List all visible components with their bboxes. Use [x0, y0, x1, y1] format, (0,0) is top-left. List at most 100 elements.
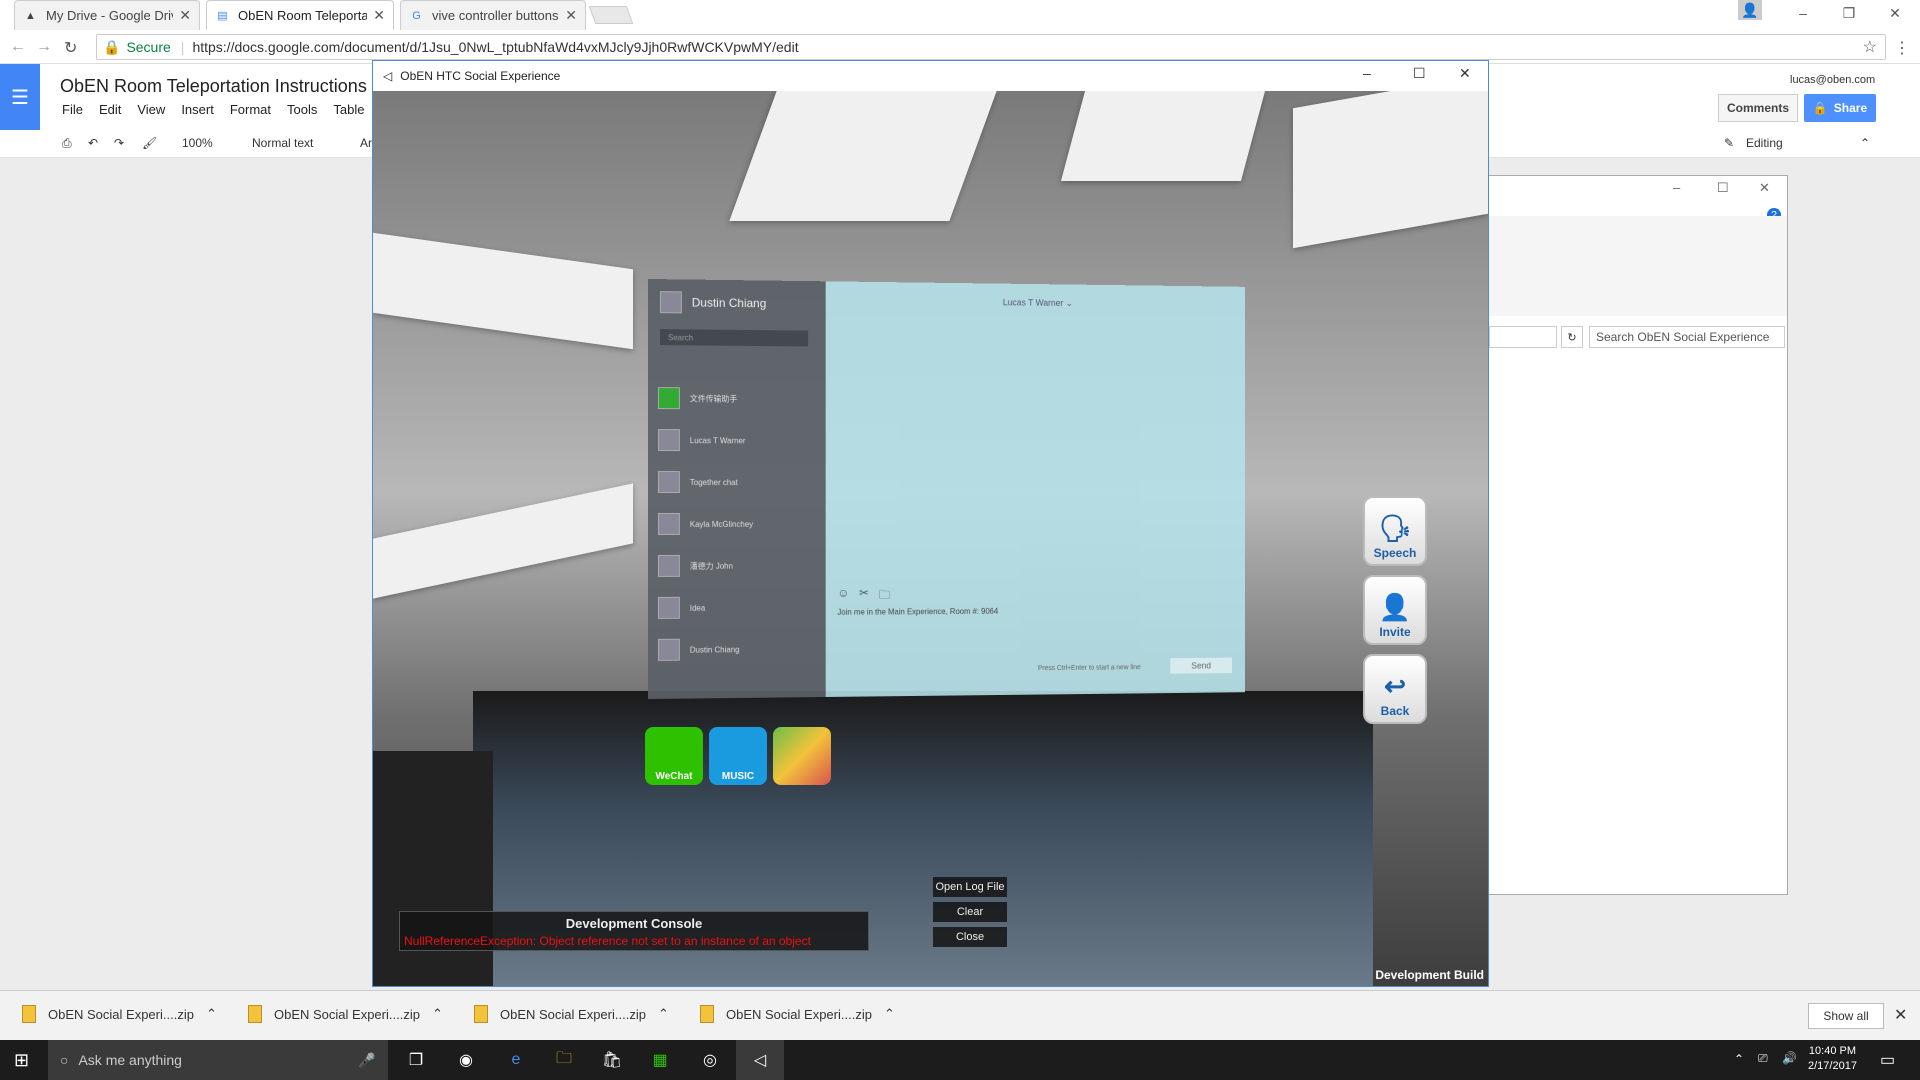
menu-dots-icon[interactable]: ⋮ [1894, 38, 1910, 58]
back-button[interactable]: ↩ Back [1363, 654, 1427, 724]
wechat-app-icon[interactable]: WeChat [645, 727, 703, 785]
user-email[interactable]: lucas@oben.com [1790, 74, 1875, 86]
scissors-icon[interactable]: ✂ [859, 586, 869, 607]
list-item[interactable]: Idea [658, 597, 705, 619]
excel-icon[interactable]: ▦ [636, 1040, 684, 1080]
minimize-icon[interactable]: – [1363, 65, 1371, 81]
document-title[interactable]: ObEN Room Teleportation Instructions [60, 76, 367, 97]
chevron-up-icon[interactable]: ⌃ [206, 1006, 217, 1022]
clear-button[interactable]: Clear [933, 902, 1007, 922]
chevron-up-icon[interactable]: ⌃ [432, 1006, 443, 1022]
steamvr-icon[interactable]: ◎ [686, 1040, 734, 1080]
conversation-header[interactable]: Lucas T Warner ⌄ [826, 295, 1245, 311]
minimize-icon[interactable]: – [1673, 180, 1680, 195]
menu-tools[interactable]: Tools [287, 102, 317, 117]
list-item[interactable]: Together chat [658, 471, 738, 493]
tab-oben-room[interactable]: ▤ ObEN Room Teleportatic ✕ [206, 0, 394, 30]
share-button[interactable]: 🔒 Share [1804, 94, 1876, 122]
close-icon[interactable]: ✕ [179, 7, 191, 24]
folder-icon[interactable]: 🗀 [879, 586, 891, 607]
volume-icon[interactable]: 🔊 [1782, 1051, 1797, 1065]
style-select[interactable]: Normal text [252, 136, 313, 150]
list-item[interactable]: Lucas T Warner [658, 429, 746, 451]
windows-start-icon[interactable]: ⊞ [14, 1050, 29, 1071]
message-input[interactable]: Join me in the Main Experience, Room #: … [837, 607, 998, 617]
notifications-icon[interactable]: ▭ [1880, 1050, 1895, 1070]
refresh-icon[interactable]: ↻ [1561, 326, 1583, 348]
store-icon[interactable]: 🛍 [588, 1040, 636, 1080]
list-item[interactable]: 文件传输助手 [658, 387, 737, 409]
reload-icon[interactable]: ↻ [64, 38, 77, 58]
star-icon[interactable]: ☆ [1863, 37, 1877, 57]
font-select[interactable]: Ar [360, 136, 372, 150]
open-log-file-button[interactable]: Open Log File [933, 877, 1007, 897]
maximize-icon[interactable]: ☐ [1717, 180, 1729, 196]
download-item[interactable]: ObEN Social Experi....zip ⌃ [700, 1005, 895, 1023]
back-arrow-icon[interactable]: ← [10, 38, 26, 56]
tray-chevron-icon[interactable]: ⌃ [1734, 1052, 1744, 1066]
print-icon[interactable]: ⎙ [62, 136, 72, 151]
emoji-icon[interactable]: ☺ [837, 586, 849, 607]
close-icon[interactable]: ✕ [1894, 1005, 1907, 1025]
close-button[interactable]: Close [933, 927, 1007, 947]
send-button[interactable]: Send [1170, 658, 1232, 674]
comments-button[interactable]: Comments [1718, 94, 1798, 122]
address-bar[interactable]: 🔒 Secure | https://docs.google.com/docum… [96, 34, 1886, 60]
maximize-icon[interactable]: ☐ [1413, 65, 1426, 82]
new-tab-button[interactable] [589, 6, 634, 24]
menu-insert[interactable]: Insert [181, 102, 214, 117]
list-item[interactable]: Dustin Chiang [658, 638, 740, 661]
unity-app-icon[interactable]: ◁ [736, 1040, 784, 1080]
profile-icon[interactable]: 👤 [1738, 0, 1762, 20]
download-item[interactable]: ObEN Social Experi....zip ⌃ [474, 1005, 669, 1023]
chrome-icon[interactable]: ◉ [442, 1040, 490, 1080]
restore-icon[interactable]: ❐ [1826, 0, 1872, 26]
secure-label: Secure [126, 39, 170, 55]
docs-logo-icon[interactable]: ☰ [0, 64, 40, 130]
maps-app-icon[interactable] [773, 727, 831, 785]
menu-table[interactable]: Table [333, 102, 364, 117]
undo-icon[interactable]: ↶ [88, 136, 98, 150]
profile-header[interactable]: Dustin Chiang [660, 291, 766, 314]
menu-view[interactable]: View [137, 102, 165, 117]
profile-name: Dustin Chiang [692, 296, 766, 311]
forward-arrow-icon[interactable]: → [36, 38, 52, 56]
chevron-up-icon[interactable]: ⌃ [658, 1006, 669, 1022]
network-icon[interactable]: ⎚ [1758, 1051, 1768, 1066]
list-item[interactable]: Kayla McGlinchey [658, 513, 753, 535]
download-item[interactable]: ObEN Social Experi....zip ⌃ [248, 1005, 443, 1023]
file-explorer-icon[interactable]: 🗀 [540, 1040, 588, 1080]
music-app-icon[interactable]: MUSIC [709, 727, 767, 785]
menu-edit[interactable]: Edit [99, 102, 121, 117]
zoom-select[interactable]: 100% [182, 136, 213, 150]
task-view-icon[interactable]: ❐ [392, 1040, 440, 1080]
show-all-button[interactable]: Show all [1808, 1003, 1884, 1029]
paint-format-icon[interactable]: 🖌 [142, 136, 157, 150]
invite-button[interactable]: 👤 Invite [1363, 575, 1427, 645]
close-icon[interactable]: ✕ [1459, 65, 1471, 82]
editing-mode-select[interactable]: Editing [1746, 136, 1783, 150]
close-icon[interactable]: ✕ [1759, 180, 1770, 196]
tab-google-drive[interactable]: ▲ My Drive - Google Drive ✕ [14, 0, 200, 30]
vr-scene: Dustin Chiang Search 文件传输助手 Lucas T Warn… [373, 91, 1488, 986]
close-icon[interactable]: ✕ [565, 7, 577, 24]
list-item[interactable]: 潘德力 John [658, 555, 733, 577]
clock[interactable]: 10:40 PM 2/17/2017 [1808, 1044, 1857, 1074]
explorer-search-input[interactable]: Search ObEN Social Experience [1589, 326, 1785, 348]
edge-icon[interactable]: e [492, 1040, 540, 1080]
tab-vive-controller[interactable]: G vive controller buttons - ✕ [400, 0, 586, 30]
close-icon[interactable]: ✕ [373, 7, 385, 24]
contact-search-input[interactable]: Search [660, 329, 808, 346]
chevron-up-icon[interactable]: ⌃ [884, 1006, 895, 1022]
cortana-search-input[interactable]: ○ Ask me anything 🎤 [48, 1040, 388, 1080]
download-item[interactable]: ObEN Social Experi....zip ⌃ [22, 1005, 217, 1023]
microphone-icon[interactable]: 🎤 [358, 1052, 375, 1069]
collapse-icon[interactable]: ⌃ [1860, 136, 1870, 150]
minimize-icon[interactable]: – [1780, 0, 1826, 26]
redo-icon[interactable]: ↷ [114, 136, 124, 150]
menu-format[interactable]: Format [230, 102, 271, 117]
menu-file[interactable]: File [62, 102, 83, 117]
address-dropdown[interactable] [1489, 326, 1557, 348]
close-icon[interactable]: ✕ [1872, 0, 1918, 26]
speech-button[interactable]: 🗣 Speech [1363, 496, 1427, 566]
